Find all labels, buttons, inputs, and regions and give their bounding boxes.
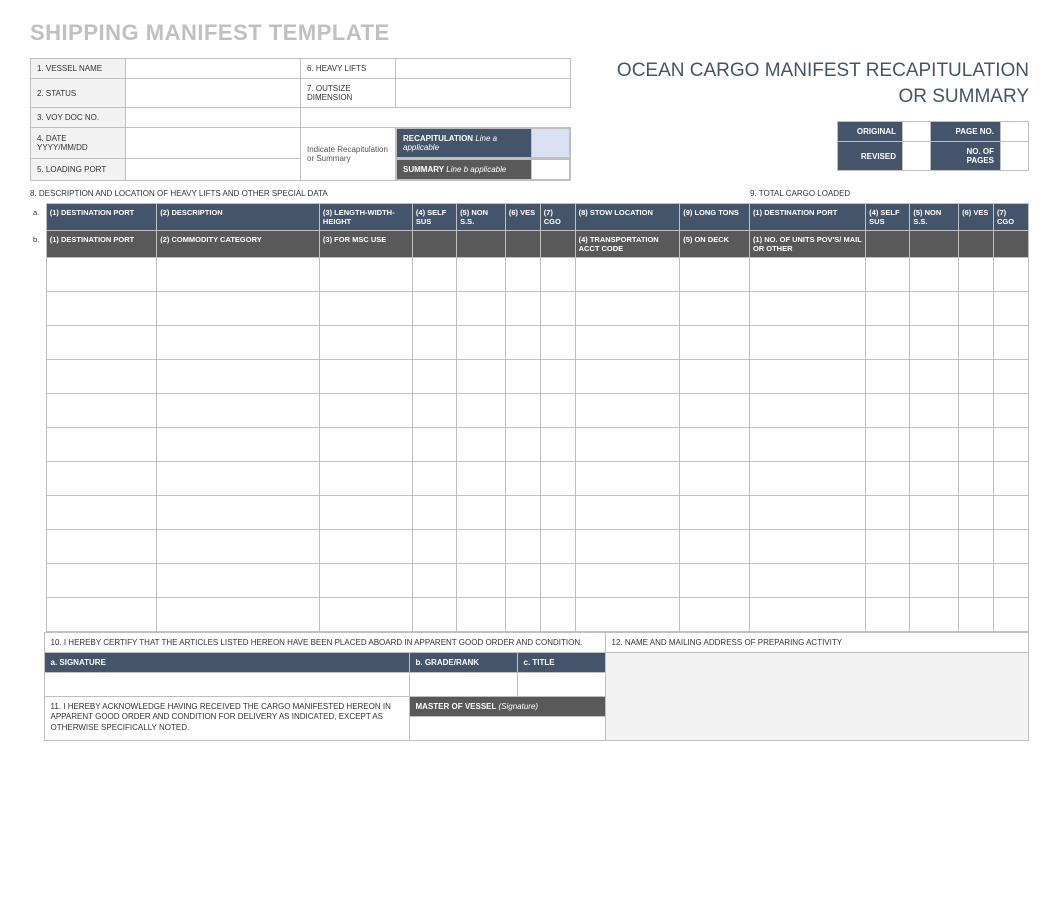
recap-prefix: RECAPITULATION [403, 134, 473, 143]
col-b-r1: (1) NO. OF UNITS POV'S/ MAIL OR OTHER [749, 231, 865, 258]
input-original[interactable] [903, 122, 931, 142]
input-status[interactable] [126, 79, 301, 108]
col-a-r7: (7) CGO [994, 204, 1029, 231]
input-date[interactable] [126, 128, 301, 159]
info-fields-table: 1. VESSEL NAME 6. HEAVY LIFTS 2. STATUS … [30, 58, 571, 181]
label-vessel-name: 1. VESSEL NAME [31, 59, 126, 79]
page-title: SHIPPING MANIFEST TEMPLATE [30, 20, 1029, 46]
col-b-blank5 [457, 231, 506, 258]
col-a-9: (9) LONG TONS [680, 204, 750, 231]
meta-table: ORIGINAL PAGE NO. REVISED NO. OF PAGES [837, 121, 1029, 171]
col-a-5: (5) NON S.S. [457, 204, 506, 231]
option-summary[interactable]: SUMMARY Line b applicable [397, 160, 532, 180]
master-prefix: MASTER OF VESSEL [416, 702, 497, 711]
input-grade-rank[interactable] [409, 673, 517, 697]
label-pageno: PAGE NO. [931, 122, 1001, 142]
input-heavy-lifts[interactable] [396, 59, 571, 79]
input-pageno[interactable] [1001, 122, 1029, 142]
input-nopages[interactable] [1001, 142, 1029, 171]
summ-prefix: SUMMARY [403, 165, 444, 174]
input-outsize-dim[interactable] [396, 79, 571, 108]
col-a-4: (4) SELF SUS [412, 204, 456, 231]
table-row[interactable] [30, 530, 1029, 564]
manifest-grid: a. (1) DESTINATION PORT (2) DESCRIPTION … [30, 203, 1029, 632]
row-a-letter: a. [30, 204, 46, 231]
col-b-blank7 [540, 231, 575, 258]
input-voy-doc[interactable] [126, 108, 301, 128]
table-row[interactable] [30, 258, 1029, 292]
table-row[interactable] [30, 496, 1029, 530]
master-suffix: (Signature) [499, 702, 539, 711]
certification-block: 10. I HEREBY CERTIFY THAT THE ARTICLES L… [30, 632, 1029, 741]
input-title[interactable] [517, 673, 605, 697]
label-heavy-lifts: 6. HEAVY LIFTS [301, 59, 396, 79]
col-b-rblank7 [994, 231, 1029, 258]
col-a-2: (2) DESCRIPTION [157, 204, 320, 231]
checkbox-recapitulation[interactable] [532, 129, 570, 158]
label-master-of-vessel: MASTER OF VESSEL (Signature) [409, 697, 605, 717]
label-status: 2. STATUS [31, 79, 126, 108]
section-11: 11. I HEREBY ACKNOWLEDGE HAVING RECEIVED… [44, 697, 409, 741]
col-b-blank4 [412, 231, 456, 258]
label-grade-rank: b. GRADE/RANK [409, 653, 517, 673]
label-date: 4. DATE YYYY/MM/DD [31, 128, 126, 159]
input-preparing-activity[interactable] [605, 653, 1028, 741]
col-b-blank6 [505, 231, 540, 258]
col-a-r4: (4) SELF SUS [866, 204, 910, 231]
table-row[interactable] [30, 326, 1029, 360]
col-b-1: (1) DESTINATION PORT [46, 231, 156, 258]
table-row[interactable] [30, 292, 1029, 326]
col-a-7: (7) CGO [540, 204, 575, 231]
input-signature-a[interactable] [44, 673, 409, 697]
col-a-8: (8) STOW LOCATION [575, 204, 680, 231]
col-a-r1: (1) DESTINATION PORT [749, 204, 865, 231]
label-nopages: NO. OF PAGES [931, 142, 1001, 171]
table-row[interactable] [30, 360, 1029, 394]
section-8-label: 8. DESCRIPTION AND LOCATION OF HEAVY LIF… [30, 189, 710, 198]
col-b-5: (5) ON DECK [680, 231, 750, 258]
label-outsize-dim: 7. OUTSIZE DIMENSION [301, 79, 396, 108]
label-original: ORIGINAL [838, 122, 903, 142]
table-row[interactable] [30, 564, 1029, 598]
col-a-r5: (5) NON S.S. [910, 204, 959, 231]
input-vessel-name[interactable] [126, 59, 301, 79]
label-revised: REVISED [838, 142, 903, 171]
table-row[interactable] [30, 428, 1029, 462]
input-revised[interactable] [903, 142, 931, 171]
col-a-6: (6) VES [505, 204, 540, 231]
input-master-signature[interactable] [409, 717, 605, 741]
col-b-rblank4 [866, 231, 910, 258]
table-row[interactable] [30, 598, 1029, 632]
label-signature-a: a. SIGNATURE [44, 653, 409, 673]
section-9-label: 9. TOTAL CARGO LOADED [750, 189, 1029, 198]
col-b-3: (3) FOR MSC USE [319, 231, 412, 258]
col-b-2: (2) COMMODITY CATEGORY [157, 231, 320, 258]
label-loading-port: 5. LOADING PORT [31, 159, 126, 181]
col-b-rblank6 [959, 231, 994, 258]
col-a-1: (1) DESTINATION PORT [46, 204, 156, 231]
summ-suffix: Line b applicable [446, 165, 506, 174]
document-header: OCEAN CARGO MANIFEST RECAPITULATION OR S… [610, 58, 1029, 109]
section-12: 12. NAME AND MAILING ADDRESS OF PREPARIN… [605, 633, 1028, 653]
label-indicate: Indicate Recapitulation or Summary [301, 128, 396, 181]
checkbox-summary[interactable] [532, 160, 570, 180]
input-loading-port[interactable] [126, 159, 301, 181]
label-voy-doc: 3. VOY DOC NO. [31, 108, 126, 128]
col-b-rblank5 [910, 231, 959, 258]
table-row[interactable] [30, 394, 1029, 428]
col-b-4: (4) TRANSPORTATION ACCT CODE [575, 231, 680, 258]
option-recapitulation[interactable]: RECAPITULATION Line a applicable [397, 129, 532, 158]
row-b-letter: b. [30, 231, 46, 258]
col-a-3: (3) LENGTH-WIDTH-HEIGHT [319, 204, 412, 231]
table-row[interactable] [30, 462, 1029, 496]
label-title: c. TITLE [517, 653, 605, 673]
col-a-r6: (6) VES [959, 204, 994, 231]
section-10: 10. I HEREBY CERTIFY THAT THE ARTICLES L… [44, 633, 605, 653]
